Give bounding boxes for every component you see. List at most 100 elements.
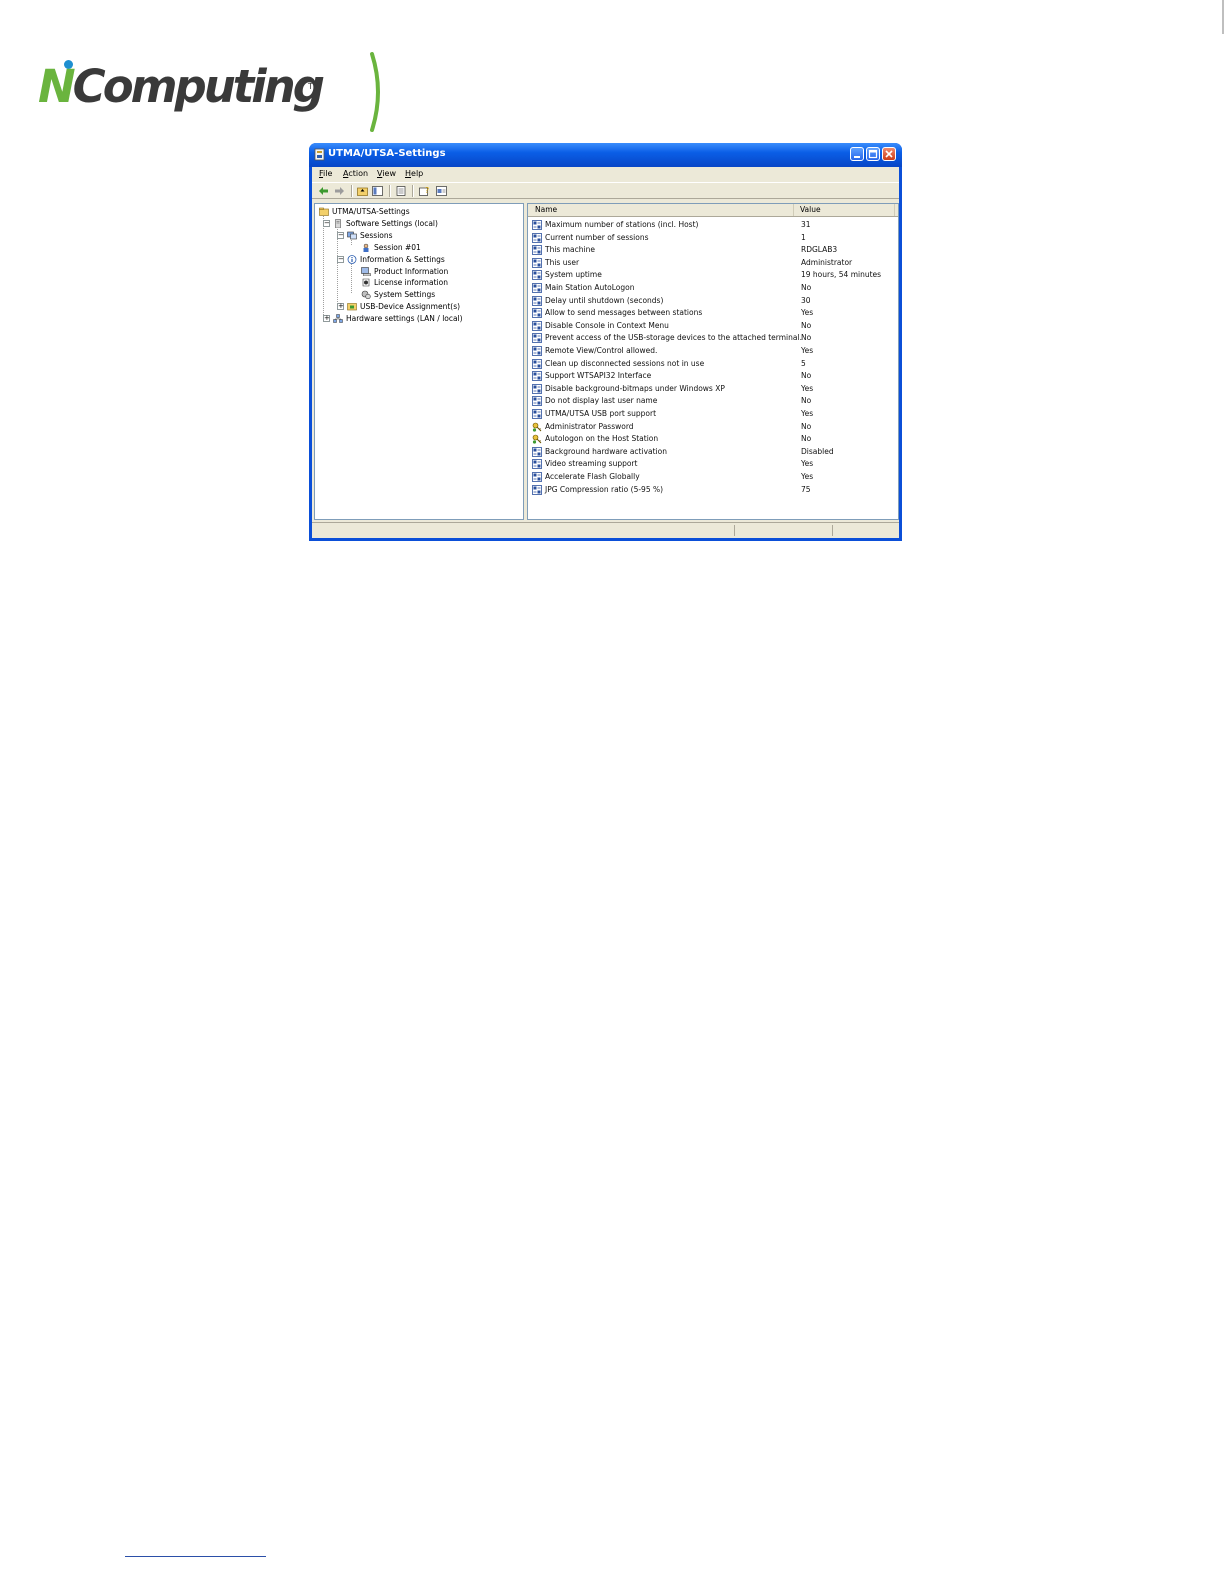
setting-icon bbox=[532, 459, 542, 470]
show-hide-tree-icon[interactable] bbox=[372, 186, 383, 196]
setting-value: 19 hours, 54 minutes bbox=[801, 270, 882, 280]
product-icon bbox=[361, 266, 371, 276]
list-row[interactable]: Main Station AutoLogon No bbox=[528, 282, 898, 294]
setting-value: Yes bbox=[801, 472, 814, 481]
list-row[interactable]: JPG Compression ratio (5-95 %) 75 bbox=[528, 484, 898, 496]
setting-name: Main Station AutoLogon bbox=[545, 283, 635, 292]
setting-value: 31 bbox=[801, 220, 811, 229]
list-row[interactable]: System uptime 19 hours, 54 minutes bbox=[528, 269, 898, 281]
minimize-button[interactable] bbox=[850, 147, 864, 161]
setting-value: No bbox=[801, 283, 812, 292]
setting-icon bbox=[532, 257, 542, 268]
ncomputing-logo: NComputing TM bbox=[38, 58, 328, 128]
list-row[interactable]: Autologon on the Host Station No bbox=[528, 433, 898, 445]
list-row[interactable]: Current number of sessions 1 bbox=[528, 232, 898, 244]
list-row[interactable]: Prevent access of the USB-storage device… bbox=[528, 332, 898, 344]
list-row[interactable]: Do not display last user name No bbox=[528, 395, 898, 407]
menu-help[interactable]: Help bbox=[405, 169, 423, 178]
setting-value: 5 bbox=[801, 358, 806, 368]
tree-node-label: Session #01 bbox=[374, 242, 421, 252]
list-row[interactable]: Support WTSAPI32 Interface No bbox=[528, 370, 898, 382]
setting-icon bbox=[532, 383, 542, 394]
title-bar[interactable]: UTMA/UTSA-Settings bbox=[309, 143, 902, 167]
list-row[interactable]: Delay until shutdown (seconds) 30 bbox=[528, 295, 898, 307]
list-row[interactable]: Video streaming support Yes bbox=[528, 458, 898, 470]
setting-icon bbox=[532, 245, 542, 256]
list-row[interactable]: Allow to send messages between stations Y… bbox=[528, 307, 898, 319]
setting-value: No bbox=[801, 421, 812, 431]
setting-name: System uptime bbox=[545, 270, 602, 280]
network-icon bbox=[333, 314, 343, 323]
info-icon bbox=[347, 254, 357, 264]
tree-node-label: Product Information bbox=[374, 266, 449, 276]
settings-icon bbox=[361, 290, 371, 300]
folder-icon bbox=[319, 207, 329, 216]
tree-node-label: System Settings bbox=[374, 290, 436, 300]
list-row[interactable]: Administrator Password No bbox=[528, 421, 898, 433]
details-list-pane[interactable]: Name Value Maximum number of stations (i… bbox=[527, 203, 899, 520]
help-icon[interactable]: ? bbox=[419, 186, 430, 196]
menu-label: iew bbox=[382, 169, 396, 178]
menu-label: ction bbox=[348, 169, 369, 178]
setting-name: Clean up disconnected sessions not in us… bbox=[545, 358, 705, 368]
footer-link-underline bbox=[125, 1556, 266, 1557]
export-list-icon[interactable] bbox=[396, 186, 407, 196]
tree-node-label: UTMA/UTSA-Settings bbox=[332, 207, 410, 216]
logo-n: N bbox=[38, 60, 76, 113]
tree-node-label: Information & Settings bbox=[360, 254, 445, 264]
setting-icon bbox=[532, 346, 542, 356]
setting-icon bbox=[532, 333, 542, 344]
menu-action[interactable]: Action bbox=[343, 169, 368, 178]
tree-expand-toggle[interactable]: + bbox=[337, 303, 344, 311]
up-folder-icon[interactable] bbox=[357, 186, 368, 196]
setting-icon bbox=[532, 220, 542, 230]
maximize-button[interactable] bbox=[866, 147, 880, 161]
forward-arrow-icon[interactable] bbox=[334, 186, 345, 196]
setting-icon bbox=[532, 320, 542, 331]
column-header-value[interactable]: Value bbox=[795, 204, 895, 216]
back-arrow-icon[interactable] bbox=[318, 186, 329, 196]
list-row[interactable]: This user Administrator bbox=[528, 257, 898, 269]
setting-value: No bbox=[801, 434, 812, 444]
logo-text: NComputing bbox=[38, 60, 325, 113]
tree-collapse-toggle[interactable]: − bbox=[337, 231, 344, 239]
setting-value: RDGLAB3 bbox=[801, 245, 838, 255]
setting-icon bbox=[532, 396, 542, 407]
setting-value: Yes bbox=[801, 383, 814, 393]
menu-file[interactable]: File bbox=[319, 169, 332, 178]
setting-value: No bbox=[801, 371, 812, 381]
tree-node-label: Sessions bbox=[360, 230, 393, 240]
list-row[interactable]: Disable Console in Context Menu No bbox=[528, 320, 898, 332]
setting-value: No bbox=[801, 333, 812, 343]
logo-bracket-icon bbox=[370, 52, 380, 132]
properties-icon[interactable] bbox=[436, 186, 447, 196]
setting-icon bbox=[532, 446, 542, 457]
close-button[interactable] bbox=[882, 147, 896, 161]
list-row[interactable]: UTMA/UTSA USB port support Yes bbox=[528, 408, 898, 420]
toolbar: ? bbox=[312, 182, 899, 199]
menu-view[interactable]: View bbox=[377, 169, 396, 178]
list-row[interactable]: Disable background-bitmaps under Windows… bbox=[528, 383, 898, 395]
setting-name: Do not display last user name bbox=[545, 396, 658, 406]
setting-icon bbox=[532, 484, 542, 495]
list-row[interactable]: This machine RDGLAB3 bbox=[528, 244, 898, 256]
tree-collapse-toggle[interactable]: − bbox=[337, 255, 344, 263]
setting-name: Accelerate Flash Globally bbox=[545, 472, 640, 481]
setting-value: Administrator bbox=[801, 257, 853, 267]
tree-collapse-toggle[interactable]: − bbox=[323, 219, 330, 227]
sessions-icon bbox=[347, 231, 357, 240]
setting-value: No bbox=[801, 396, 812, 406]
session-icon bbox=[363, 243, 369, 252]
tree-node-label: USB-Device Assignment(s) bbox=[360, 302, 461, 312]
setting-name: This machine bbox=[545, 245, 595, 255]
list-row[interactable]: Maximum number of stations (incl. Host) 3… bbox=[528, 219, 898, 231]
tree-pane[interactable]: UTMA/UTSA-Settings − Software Settings (lo… bbox=[314, 203, 524, 520]
settings-window: UTMA/UTSA-Settings File Action View Help ? … bbox=[309, 143, 902, 541]
list-row[interactable]: Remote View/Control allowed. Yes bbox=[528, 345, 898, 357]
list-row[interactable]: Clean up disconnected sessions not in us… bbox=[528, 358, 898, 370]
setting-icon bbox=[532, 409, 542, 419]
column-header-name[interactable]: Name bbox=[528, 204, 794, 216]
tree-expand-toggle[interactable]: + bbox=[323, 315, 330, 323]
list-row[interactable]: Background hardware activation Disabled bbox=[528, 446, 898, 458]
list-row[interactable]: Accelerate Flash Globally Yes bbox=[528, 471, 898, 483]
